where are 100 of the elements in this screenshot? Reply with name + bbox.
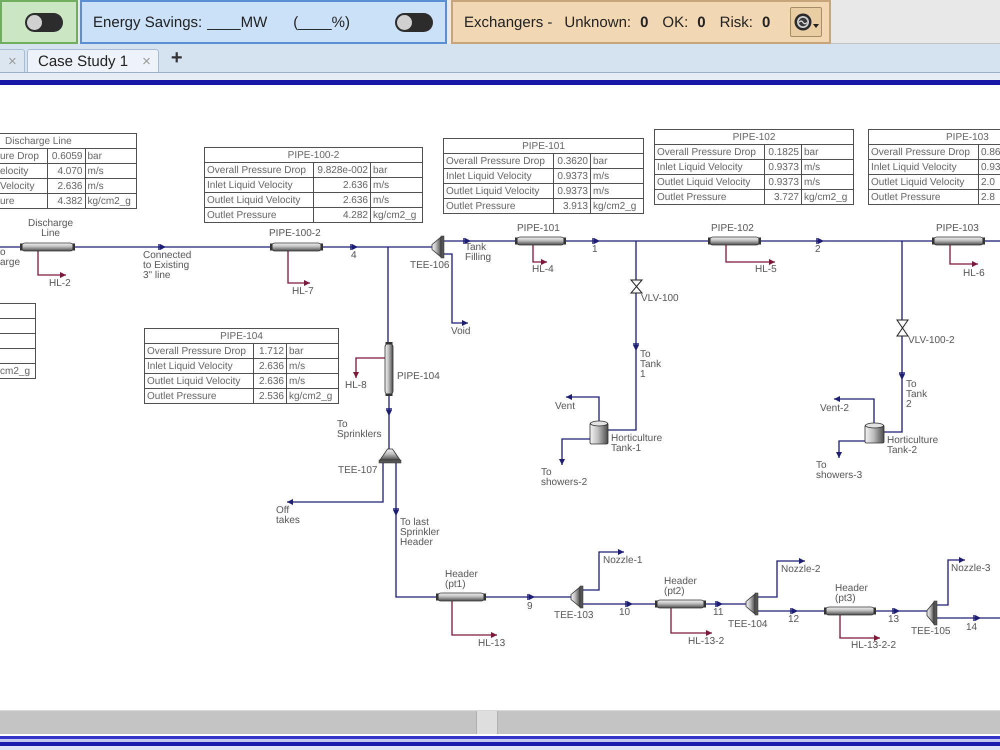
unit-label: PIPE-102 (711, 224, 754, 234)
property-unit: bar (804, 146, 818, 158)
property-name: Outlet Liquid Velocity (207, 194, 300, 206)
property-value: 0.9373 (768, 176, 799, 188)
stream-label: HL-13-2-2 (851, 641, 896, 651)
add-tab-button[interactable]: + (170, 48, 183, 68)
property-value: 0.9373 (557, 170, 588, 182)
property-name: Overall Pressure Drop (657, 146, 756, 158)
flow-line (758, 608, 824, 614)
flow-line (836, 440, 865, 458)
property-unit: m/s (804, 176, 820, 188)
toggle-switch[interactable] (395, 12, 433, 32)
property-name: elocity (0, 166, 28, 176)
energy-stream-line (949, 245, 978, 267)
unit-label: TEE-106 (410, 261, 450, 271)
stream-label: 4 (351, 251, 357, 261)
stream-label: 2 (815, 245, 821, 255)
property-value: 2.636 (342, 180, 368, 190)
status-count: 0 (697, 14, 706, 30)
pipe-segment (655, 600, 706, 608)
flow-line (937, 615, 1000, 621)
property-name: Outlet Pressure (207, 210, 276, 220)
unit-label: Header (pt1) (445, 570, 478, 590)
stream-label: HL-8 (345, 381, 367, 391)
status-label: OK: (662, 14, 688, 30)
stream-label: 13 (888, 615, 900, 625)
pipe-segment (708, 236, 761, 246)
property-value: 0.9373 (768, 162, 799, 172)
close-button[interactable]: × (142, 52, 151, 70)
property-value: 4.070 (57, 166, 82, 176)
property-unit: m/s (373, 194, 390, 206)
tee-splitter (570, 586, 584, 608)
pipe-segment (824, 606, 876, 616)
stream-label: Tank Filling (465, 243, 492, 263)
stream-label: Nozzle-1 (603, 556, 642, 566)
property-value: 2.636 (342, 194, 368, 206)
stream-label: 12 (788, 615, 800, 625)
toggle-switch[interactable] (25, 12, 63, 32)
property-value: 1.712 (258, 346, 284, 356)
stream-label: To showers-3 (816, 461, 862, 481)
valve (630, 280, 644, 294)
stream-label: Nozzle-2 (781, 565, 820, 575)
caret-icon (812, 24, 818, 28)
horizontal-scrollbar[interactable] (0, 710, 1000, 734)
property-name: Inlet Liquid Velocity (207, 180, 293, 190)
unit-label: Discharge Line (28, 219, 74, 239)
stream-label: Vent (555, 402, 576, 412)
property-unit: m/s (804, 162, 820, 172)
property-value: 9.828e-002 (317, 164, 368, 176)
property-unit: bar (289, 346, 304, 356)
unit-label: TEE-105 (911, 627, 950, 637)
stream-label: Off takes (276, 506, 300, 526)
property-name: Outlet Liquid Velocity (147, 376, 240, 386)
unit-label: VLV-100-2 (908, 336, 955, 346)
property-unit: kg/cm2_g (593, 200, 636, 212)
property-name: Inlet Liquid Velocity (147, 360, 233, 372)
valve (896, 320, 909, 336)
energy-stream-line (287, 251, 310, 286)
unit-label: Header (pt2) (664, 577, 697, 597)
property-value: 2.536 (258, 390, 284, 402)
tee-splitter (432, 236, 444, 258)
percent-value: (____%) (293, 14, 350, 30)
unit-label: Horticulture Tank-1 (611, 434, 662, 454)
property-unit: m/s (88, 180, 104, 192)
stream-label: 10 (619, 608, 630, 618)
property-name: Outlet Pressure (446, 200, 516, 212)
stream-label: Connected to Existing 3" line (143, 251, 192, 281)
options-button[interactable] (790, 7, 822, 37)
flow-line (876, 608, 927, 614)
close-button[interactable]: × (8, 52, 17, 70)
megawatt-value: ____MW (207, 14, 268, 30)
flow-line (0, 246, 20, 248)
stream-label: 9 (527, 602, 533, 612)
flow-line (386, 396, 392, 449)
property-name: Velocity (0, 180, 34, 192)
tab[interactable]: × (0, 49, 25, 72)
property-unit: m/s (289, 376, 306, 386)
stream-label: 14 (966, 623, 978, 633)
property-unit: bar (373, 164, 388, 176)
property-value: 0.93 (981, 162, 1000, 172)
status-label: Unknown: (564, 14, 632, 30)
exchangers-label: Exchangers - (464, 14, 552, 30)
property-name: Overall Pressure Drop (446, 156, 545, 166)
property-value: 3.913 (562, 200, 588, 212)
property-unit: bar (88, 150, 102, 162)
tab[interactable]: Case Study 1 × (27, 49, 159, 72)
energy-stream-line (532, 245, 547, 265)
stream-label: 11 (713, 608, 724, 618)
tank (590, 420, 608, 444)
stream-label: HL-6 (963, 269, 985, 279)
property-value: 4.282 (342, 210, 368, 220)
property-name: Outlet Liquid Velocity (446, 186, 540, 196)
property-value: 0.3620 (557, 156, 588, 166)
unit-label: TEE-103 (554, 611, 594, 621)
status-count: 0 (640, 14, 648, 30)
property-name: Outlet Pressure (147, 390, 216, 402)
wave-circle-icon (794, 13, 812, 31)
unit-label: TEE-107 (338, 466, 378, 476)
energy-stream-line (451, 601, 497, 638)
property-name: Outlet Pressure (657, 192, 726, 202)
